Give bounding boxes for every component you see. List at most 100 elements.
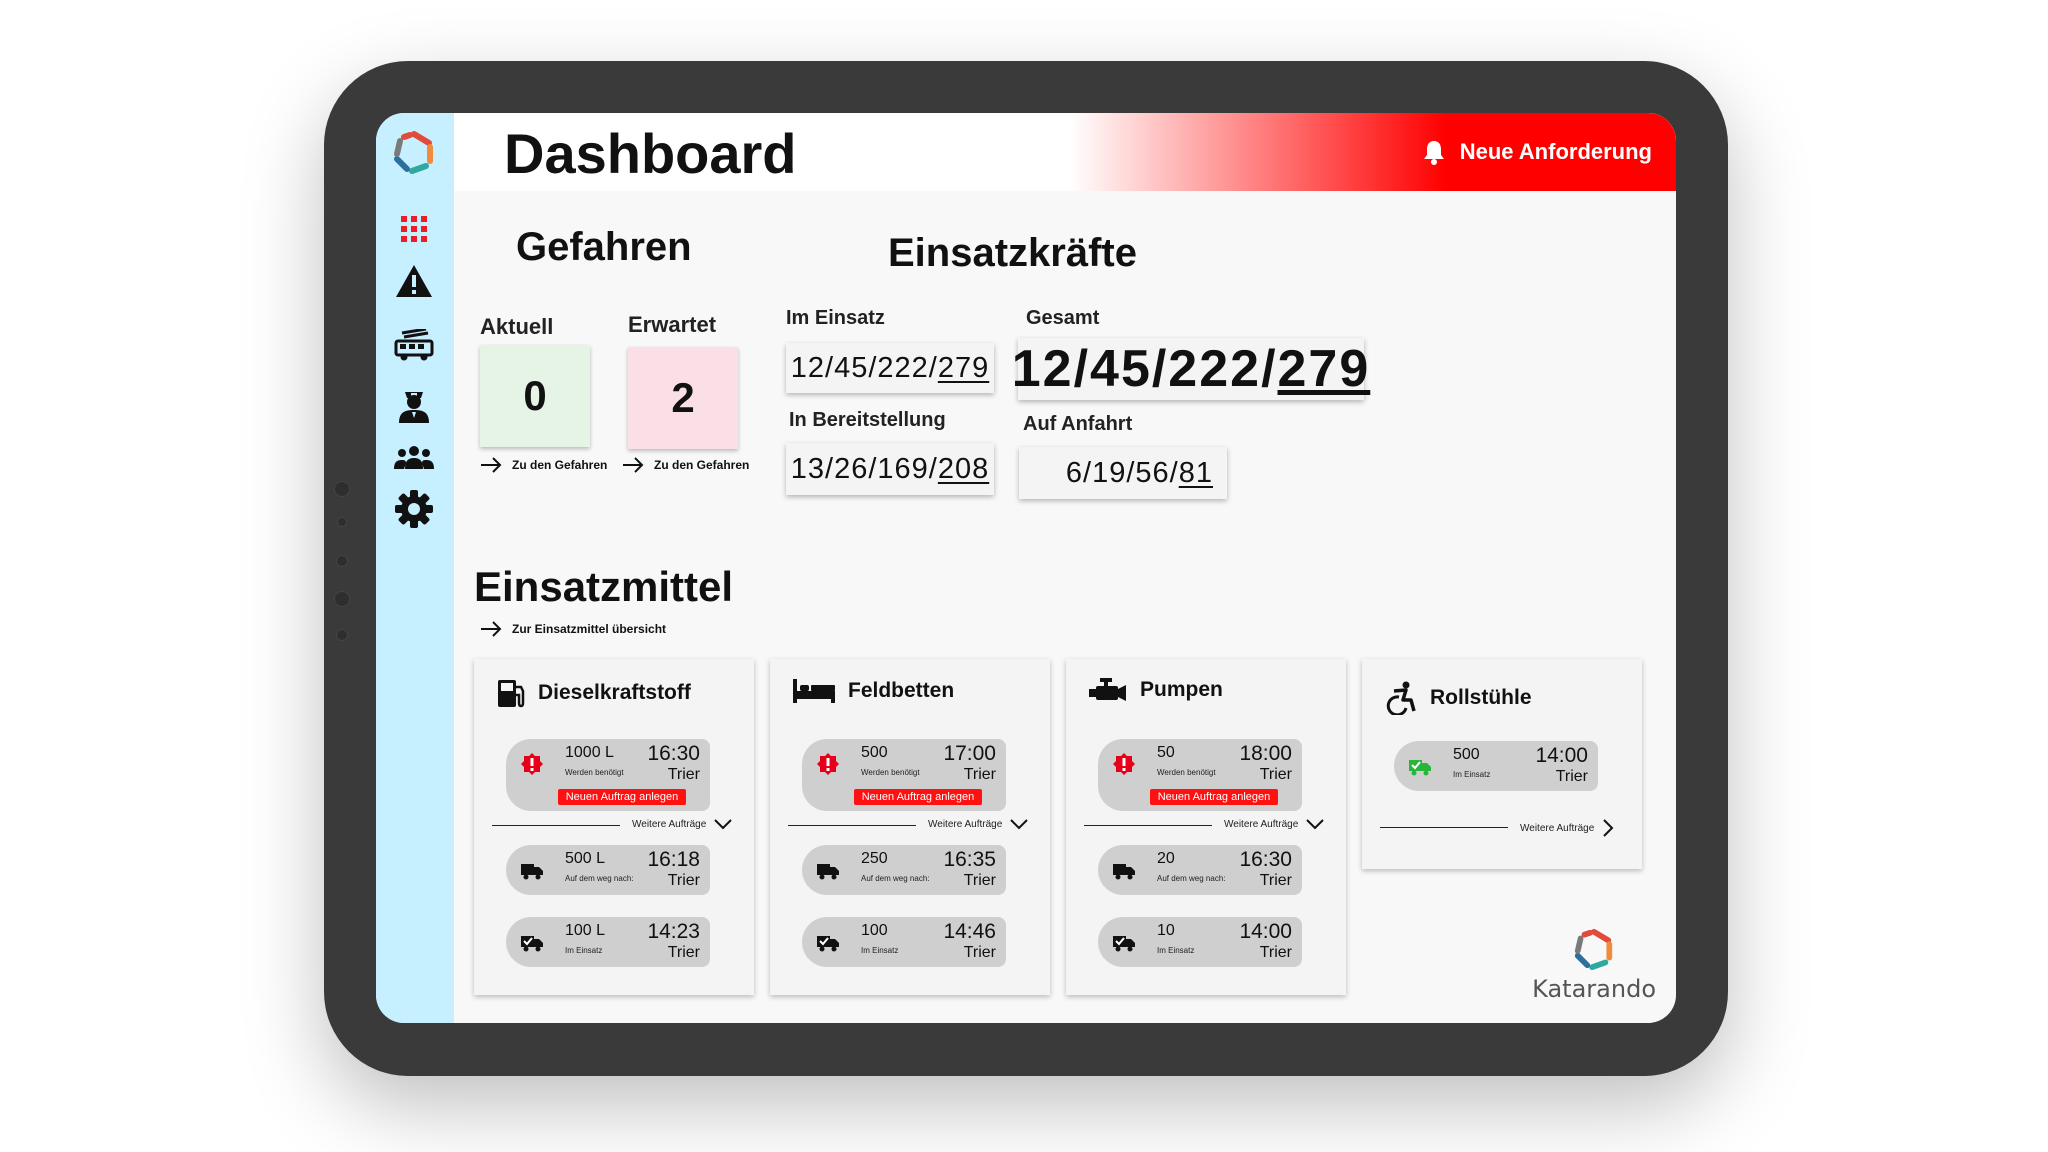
- resources-title: Einsatzmittel: [474, 563, 734, 610]
- logo-icon: [1574, 928, 1613, 971]
- order-quantity: 500: [1453, 746, 1480, 763]
- resource-card-field-beds[interactable]: Feldbetten 500 Werden benötigt 17:00 Tri…: [770, 659, 1050, 995]
- chevron-down-icon: [1306, 819, 1325, 830]
- forces-standby-total: 208: [937, 452, 990, 485]
- more-orders-toggle[interactable]: Weitere Aufträge: [1520, 819, 1614, 837]
- order-quantity: 100: [861, 922, 888, 939]
- sidebar-item-hazards[interactable]: [390, 259, 438, 303]
- order-status: Werden benötigt: [861, 768, 920, 777]
- sidebar-item-teams[interactable]: [390, 435, 438, 479]
- arrow-right-icon: [623, 457, 644, 473]
- transit-order[interactable]: 250 Auf dem weg nach: 16:35 Trier: [802, 845, 1006, 895]
- camera-dot: [337, 517, 347, 527]
- camera-dot: [336, 555, 348, 567]
- expected-hazards-label: Erwartet: [628, 312, 717, 337]
- sidebar: [376, 113, 454, 1023]
- more-orders-toggle[interactable]: Weitere Aufträge: [928, 819, 1029, 830]
- order-city: Trier: [1259, 872, 1292, 889]
- page-title: Dashboard: [504, 122, 797, 185]
- truck-check-icon: [1409, 760, 1431, 776]
- new-order-button[interactable]: Neuen Auftrag anlegen: [854, 789, 982, 805]
- truck-check-icon: [817, 936, 839, 952]
- gear-icon: [395, 490, 433, 528]
- arrow-right-icon: [481, 621, 502, 637]
- deployed-order[interactable]: 100 L Im Einsatz 14:23 Trier: [506, 917, 710, 967]
- forces-deployed-value: 12/45/222/279: [786, 343, 994, 393]
- order-city: Trier: [963, 944, 996, 961]
- more-orders-label: Weitere Aufträge: [1520, 822, 1595, 834]
- sidebar-item-dashboard[interactable]: [390, 207, 438, 251]
- wheelchair-icon: [1386, 681, 1416, 715]
- camera-dot: [334, 481, 350, 497]
- sidebar-item-vehicles[interactable]: [390, 323, 438, 367]
- sidebar-item-settings[interactable]: [390, 487, 438, 531]
- forces-en-route-value: 6/19/56/81: [1019, 447, 1227, 499]
- deployed-order[interactable]: 10 Im Einsatz 14:00 Trier: [1098, 917, 1302, 967]
- warning-icon: [396, 265, 432, 297]
- fuel-icon: [498, 680, 525, 708]
- new-order-button[interactable]: Neuen Auftrag anlegen: [558, 789, 686, 805]
- resource-card-header: Rollstühle: [1384, 681, 1532, 715]
- forces-deployed-total: 279: [937, 351, 990, 384]
- resource-card-diesel[interactable]: Dieselkraftstoff 1000 L Werden benötigt …: [474, 659, 754, 995]
- current-hazards-link[interactable]: Zu den Gefahren: [480, 457, 607, 473]
- camera-dot: [334, 591, 350, 607]
- new-order-button[interactable]: Neuen Auftrag anlegen: [1150, 789, 1278, 805]
- expected-hazards-count[interactable]: 2: [628, 347, 738, 449]
- current-hazards-label: Aktuell: [480, 314, 554, 339]
- logo-icon: [394, 131, 433, 174]
- deployed-order[interactable]: 100 Im Einsatz 14:46 Trier: [802, 917, 1006, 967]
- brand-name: Katarando: [1532, 975, 1656, 1003]
- chevron-down-icon: [1010, 819, 1029, 830]
- team-icon: [394, 446, 434, 469]
- more-orders-toggle[interactable]: Weitere Aufträge: [1224, 819, 1325, 830]
- deployed-order[interactable]: 500 Im Einsatz 14:00 Trier: [1394, 741, 1598, 791]
- resource-name: Pumpen: [1140, 678, 1223, 701]
- top-bar: Dashboard Neue Anforderung: [454, 113, 1676, 191]
- more-orders-label: Weitere Aufträge: [1224, 819, 1299, 830]
- more-orders-toggle[interactable]: Weitere Aufträge: [632, 819, 733, 830]
- needed-order[interactable]: 1000 L Werden benötigt 16:30 Trier Neuen…: [506, 739, 710, 811]
- divider: [788, 825, 916, 826]
- order-quantity: 100 L: [565, 922, 606, 939]
- grid-icon: [401, 216, 427, 242]
- officer-icon: [399, 392, 429, 423]
- truck-icon: [521, 864, 543, 880]
- order-status: Im Einsatz: [1157, 946, 1195, 955]
- truck-check-icon: [1113, 936, 1135, 952]
- truck-check-icon: [521, 936, 543, 952]
- forces-en-route-label: Auf Anfahrt: [1023, 413, 1133, 435]
- camera-dot: [336, 629, 348, 641]
- order-time: 16:35: [943, 848, 996, 871]
- forces-deployed-label: Im Einsatz: [786, 307, 885, 329]
- bed-icon: [793, 679, 835, 703]
- resource-card-wheelchairs[interactable]: Rollstühle 500 Im Einsatz 14:00 Trier We…: [1362, 659, 1642, 869]
- forces-total-total: 279: [1277, 340, 1371, 398]
- divider: [492, 825, 620, 826]
- alert-badge-icon: [817, 753, 839, 775]
- transit-order[interactable]: 500 L Auf dem weg nach: 16:18 Trier: [506, 845, 710, 895]
- sidebar-item-personnel[interactable]: [390, 383, 438, 427]
- resource-name: Dieselkraftstoff: [538, 681, 691, 704]
- transit-order[interactable]: 20 Auf dem weg nach: 16:30 Trier: [1098, 845, 1302, 895]
- resource-card-header: Pumpen: [1088, 677, 1223, 703]
- order-time: 14:23: [647, 920, 700, 943]
- resources-overview-link[interactable]: Zur Einsatzmittel übersicht: [480, 621, 666, 637]
- order-status: Im Einsatz: [565, 946, 603, 955]
- resource-name: Feldbetten: [848, 679, 955, 702]
- needed-order[interactable]: 50 Werden benötigt 18:00 Trier Neuen Auf…: [1098, 739, 1302, 811]
- needed-order[interactable]: 500 Werden benötigt 17:00 Trier Neuen Au…: [802, 739, 1006, 811]
- order-time: 18:00: [1239, 742, 1292, 765]
- order-city: Trier: [667, 872, 700, 889]
- bell-icon: [1423, 141, 1444, 165]
- alert-badge-icon: [1113, 753, 1135, 775]
- order-quantity: 1000 L: [565, 744, 614, 761]
- expected-hazards-link[interactable]: Zu den Gefahren: [622, 457, 749, 473]
- arrow-right-icon: [481, 457, 502, 473]
- more-orders-label: Weitere Aufträge: [632, 819, 707, 830]
- current-hazards-count[interactable]: 0: [480, 345, 590, 447]
- resource-card-pumps[interactable]: Pumpen 50 Werden benötigt 18:00 Trier Ne…: [1066, 659, 1346, 995]
- forces-total-value: 12/45/222/279: [1012, 338, 1368, 400]
- resources-overview-label: Zur Einsatzmittel übersicht: [512, 622, 667, 636]
- new-request-button[interactable]: Neue Anforderung: [1422, 137, 1652, 167]
